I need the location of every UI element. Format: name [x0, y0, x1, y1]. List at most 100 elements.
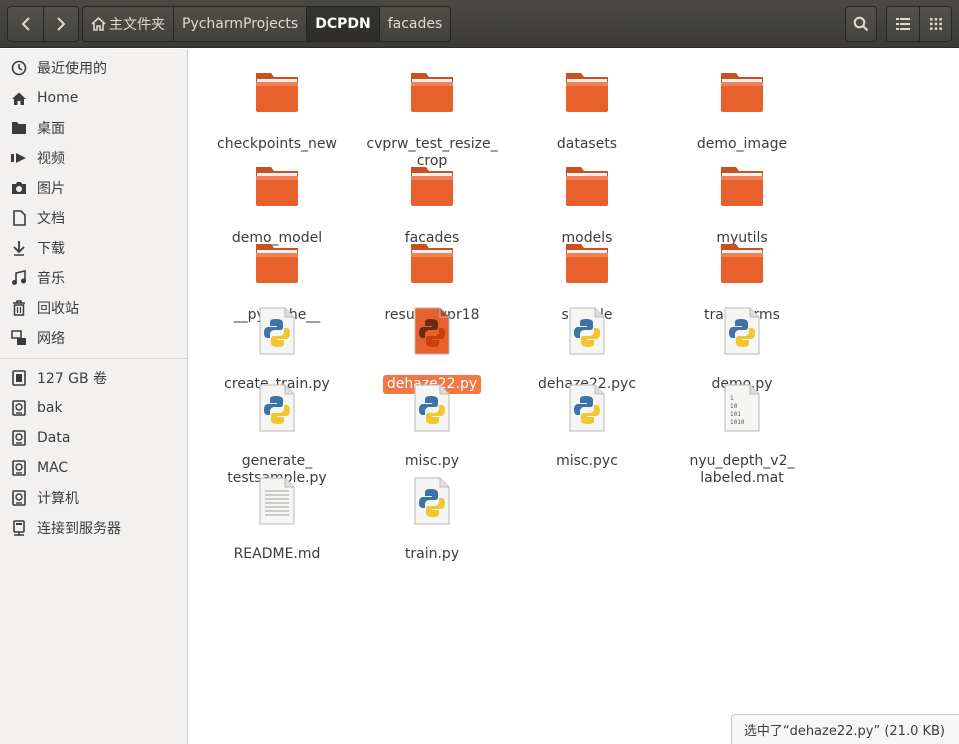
sidebar-item-label: 网络 — [37, 331, 65, 347]
sidebar-item-label: 音乐 — [37, 271, 65, 287]
breadcrumb-label: PycharmProjects — [182, 16, 299, 32]
breadcrumb: 主文件夹 PycharmProjects DCPDN facades — [82, 6, 452, 42]
sidebar-item-downloads[interactable]: 下载 — [0, 234, 187, 262]
breadcrumb-label: facades — [387, 16, 443, 32]
folder-icon — [252, 159, 302, 209]
sidebar-item-label: 桌面 — [37, 121, 65, 137]
svg-text:1: 1 — [730, 395, 734, 402]
document-icon — [10, 209, 28, 227]
forward-button[interactable] — [43, 7, 78, 41]
sidebar-item-data[interactable]: Data — [0, 424, 187, 452]
breadcrumb-home[interactable]: 主文件夹 — [83, 7, 173, 41]
list-view-button[interactable] — [887, 7, 919, 41]
folder-item[interactable]: datasets — [512, 65, 662, 154]
folder-item[interactable]: demo_model — [202, 159, 352, 248]
python-file-icon — [407, 305, 457, 355]
file-item[interactable]: 1 10 101 1010 nyu_depth_v2_ labeled.mat — [667, 382, 817, 488]
folder-item[interactable]: demo_image — [667, 65, 817, 154]
folder-icon — [407, 65, 457, 115]
file-item[interactable]: demo.py — [667, 305, 817, 394]
sidebar-item-documents[interactable]: 文档 — [0, 204, 187, 232]
breadcrumb-label: 主文件夹 — [109, 17, 165, 33]
search-icon — [853, 16, 869, 32]
sidebar-item-bak[interactable]: bak — [0, 394, 187, 422]
drive-icon — [10, 459, 28, 477]
home-icon — [91, 17, 106, 31]
sidebar-item-label: 文档 — [37, 211, 65, 227]
download-icon — [10, 239, 28, 257]
network-icon — [10, 329, 28, 347]
folder-item[interactable]: facades — [357, 159, 507, 248]
sidebar-item-desktop[interactable]: 桌面 — [0, 114, 187, 142]
sidebar-item-connect-server[interactable]: 连接到服务器 — [0, 514, 187, 542]
breadcrumb-pycharmprojects[interactable]: PycharmProjects — [173, 7, 307, 41]
file-name: train.py — [404, 546, 460, 562]
folder-icon — [10, 119, 28, 137]
server-icon — [10, 519, 28, 537]
folder-item[interactable]: models — [512, 159, 662, 248]
back-button[interactable] — [8, 7, 43, 41]
sidebar-item-label: bak — [37, 400, 63, 416]
chevron-right-icon — [57, 17, 66, 31]
folder-item[interactable]: cvprw_test_resize_ crop — [357, 65, 507, 171]
file-item[interactable]: create_train.py — [202, 305, 352, 394]
file-item[interactable]: README.md — [202, 475, 352, 564]
sidebar-item-recent[interactable]: 最近使用的 — [0, 54, 187, 82]
python-file-icon — [407, 382, 457, 432]
file-item[interactable]: train.py — [357, 475, 507, 564]
home-icon — [10, 89, 28, 107]
sidebar-item-pictures[interactable]: 图片 — [0, 174, 187, 202]
search-button[interactable] — [845, 6, 877, 42]
sidebar-item-music[interactable]: 音乐 — [0, 264, 187, 292]
file-item[interactable]: misc.pyc — [512, 382, 662, 471]
file-name: misc.pyc — [556, 453, 618, 469]
history-buttons — [7, 6, 79, 42]
file-name: demo_image — [696, 136, 788, 152]
folder-item[interactable]: checkpoints_new — [202, 65, 352, 154]
video-icon — [10, 149, 28, 167]
chip-icon — [10, 369, 28, 387]
drive-icon — [10, 489, 28, 507]
file-item[interactable]: dehaze22.py — [357, 305, 507, 394]
clock-icon — [10, 59, 28, 77]
breadcrumb-facades[interactable]: facades — [378, 7, 451, 41]
drive-icon — [10, 399, 28, 417]
python-file-icon — [252, 305, 302, 355]
file-name: checkpoints_new — [217, 136, 337, 152]
python-file-icon — [562, 305, 612, 355]
sidebar-item-home[interactable]: Home — [0, 84, 187, 112]
text-file-icon — [252, 475, 302, 525]
chevron-left-icon — [21, 17, 30, 31]
sidebar-item-label: 最近使用的 — [37, 61, 107, 77]
folder-icon — [562, 65, 612, 115]
folder-icon — [562, 236, 612, 286]
sidebar-item-computer[interactable]: 计算机 — [0, 484, 187, 512]
file-name: datasets — [556, 136, 618, 152]
sidebar-item-label: Home — [37, 90, 79, 106]
breadcrumb-dcpdn[interactable]: DCPDN — [306, 7, 379, 41]
sidebar-item-volume[interactable]: 127 GB 卷 — [0, 364, 187, 392]
sidebar-item-label: 计算机 — [37, 491, 79, 507]
sidebar-item-network[interactable]: 网络 — [0, 324, 187, 352]
file-item[interactable]: generate_ testsample.py — [202, 382, 352, 488]
file-name: README.md — [233, 546, 321, 562]
folder-icon — [407, 159, 457, 209]
python-file-icon — [252, 382, 302, 432]
svg-text:101: 101 — [730, 411, 741, 418]
sidebar-item-trash[interactable]: 回收站 — [0, 294, 187, 322]
file-name: nyu_depth_v2_ labeled.mat — [689, 453, 795, 486]
sidebar-item-videos[interactable]: 视频 — [0, 144, 187, 172]
folder-item[interactable]: myutils — [667, 159, 817, 248]
sidebar-item-label: 图片 — [37, 181, 65, 197]
grid-view-button[interactable] — [919, 7, 951, 41]
music-icon — [10, 269, 28, 287]
svg-text:1010: 1010 — [730, 419, 745, 426]
file-item[interactable]: dehaze22.pyc — [512, 305, 662, 394]
sidebar-item-label: 回收站 — [37, 301, 79, 317]
sidebar-item-mac[interactable]: MAC — [0, 454, 187, 482]
sidebar-item-label: MAC — [37, 460, 69, 476]
python-file-icon — [407, 475, 457, 525]
file-name: misc.py — [404, 453, 460, 469]
sidebar-item-label: 视频 — [37, 151, 65, 167]
file-item[interactable]: misc.py — [357, 382, 507, 471]
